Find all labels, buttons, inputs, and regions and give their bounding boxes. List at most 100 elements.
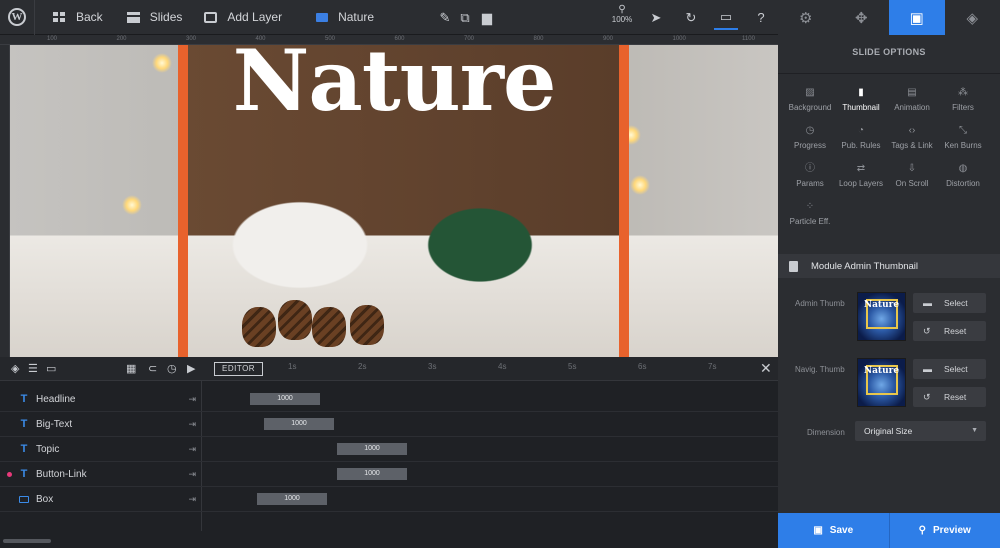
option-distortion[interactable]: ◍ Distortion (936, 163, 990, 188)
option-label: Animation (894, 103, 930, 112)
option-label: Filters (952, 103, 974, 112)
option-loop-layers[interactable]: ⇄ Loop Layers (834, 163, 888, 188)
layer-row[interactable]: Box ⇥ (0, 487, 202, 512)
jump-to-icon[interactable]: ⇥ (188, 444, 196, 455)
option-thumbnail[interactable]: ▮ Thumbnail (834, 87, 888, 112)
pinecone (278, 300, 312, 340)
option-progress[interactable]: ◷ Progress (783, 125, 837, 150)
option-background[interactable]: ▨ Background (783, 87, 837, 112)
help-icon[interactable]: ? (749, 6, 773, 30)
option-on-scroll[interactable]: ⇩ On Scroll (885, 163, 939, 188)
right-panel-tabs: ⚙ ✥ ▣ ◈ (778, 0, 1000, 35)
layer-duration-bar[interactable]: 1000 (337, 443, 407, 455)
layer-name: Button-Link (36, 468, 87, 480)
layer-duration-bar[interactable]: 1000 (257, 493, 327, 505)
magnifier-icon: ⚲ (918, 525, 926, 536)
slide-options-panel: SLIDE OPTIONS ▨ Background ▮ Thumbnail ▤ Anim… (778, 35, 1000, 513)
thumbnail-section-icon (789, 260, 798, 272)
option-label: Tags & Link (891, 141, 933, 150)
magnet-icon[interactable]: ⊂ (148, 362, 157, 375)
ruler-label: 1000 (672, 36, 686, 42)
editor-button[interactable]: EDITOR (214, 362, 264, 376)
option-label: Distortion (946, 179, 980, 188)
headline-layer[interactable]: Nature (10, 45, 778, 130)
time-tick: 3s (428, 362, 437, 371)
select-label: Select (944, 298, 968, 308)
layer-duration-bar[interactable]: 1000 (264, 418, 334, 430)
wordpress-button[interactable]: W (0, 0, 35, 35)
tab-layers[interactable]: ◈ (945, 0, 1000, 35)
jump-to-icon[interactable]: ⇥ (188, 394, 196, 405)
marker-dot (7, 471, 12, 477)
play-icon[interactable]: ▶ (187, 362, 195, 375)
layer-row[interactable]: T Headline ⇥ (0, 387, 202, 412)
option-animation[interactable]: ▤ Animation (885, 87, 939, 112)
option-tags-link[interactable]: ‹› Tags & Link (885, 125, 939, 150)
undo-icon[interactable]: ↻ (679, 6, 703, 30)
admin-select-button[interactable]: ▬ Select (913, 293, 986, 313)
add-layer-icon (204, 11, 218, 23)
layer-row[interactable]: T Big-Text ⇥ (0, 412, 202, 437)
distortion-icon: ◍ (958, 163, 968, 174)
pinecone (350, 305, 384, 345)
save-button[interactable]: ▣ Save (778, 513, 890, 548)
slides-button[interactable]: Slides (117, 0, 193, 35)
option-ken-burns[interactable]: ⤡ Ken Burns (936, 125, 990, 150)
cursor-icon[interactable]: ➤ (644, 6, 668, 30)
pinecone (312, 307, 346, 347)
jump-to-icon[interactable]: ⇥ (188, 419, 196, 430)
grid-toggle-icon[interactable]: ▦ (126, 362, 136, 375)
layer-duration-bar[interactable]: 1000 (250, 393, 320, 405)
dimension-value: Original Size (864, 426, 913, 436)
ruler-label: 100 (47, 36, 58, 42)
layers-icon[interactable]: ◈ (11, 362, 19, 375)
option-label: Loop Layers (838, 179, 884, 188)
jump-to-icon[interactable]: ⇥ (188, 469, 196, 480)
tab-settings[interactable]: ⚙ (778, 0, 834, 35)
admin-reset-button[interactable]: ↺ Reset (913, 321, 986, 341)
copy-icon[interactable]: ⧉ (453, 6, 477, 30)
navig-thumb-preview[interactable]: Nature (857, 358, 906, 407)
close-icon[interactable]: ✕ (760, 360, 772, 377)
timeline-track: 1000 (202, 437, 778, 462)
ruler-label: 700 (464, 36, 475, 42)
navig-thumb-label: Navig. Thumb (795, 365, 845, 374)
back-button[interactable]: Back (43, 0, 113, 35)
dimension-select[interactable]: Original Size ▼ (855, 421, 986, 441)
slide-canvas[interactable]: Nature (10, 45, 778, 357)
option-params[interactable]: ⓘ Params (783, 163, 837, 188)
option-particle-eff[interactable]: ⁘ Particle Eff. (783, 201, 837, 226)
tab-navigation[interactable]: ✥ (834, 0, 890, 35)
floppy-icon: ▣ (813, 525, 823, 536)
film-icon: ▤ (907, 87, 917, 98)
ruler-label: 600 (394, 36, 405, 42)
section-header[interactable]: Module Admin Thumbnail (778, 254, 1000, 278)
string-light (630, 175, 650, 195)
kenburns-icon: ⤡ (959, 125, 967, 136)
add-layer-button[interactable]: Add Layer (194, 0, 292, 35)
monitor-icon[interactable]: ▭ (714, 6, 738, 30)
option-label: Progress (793, 141, 826, 150)
slide-selector[interactable]: Nature (306, 0, 384, 35)
stopwatch-icon[interactable]: ◷ (167, 362, 177, 375)
zoom-control[interactable]: ⚲ 100% (610, 5, 634, 25)
admin-thumb-preview[interactable]: Nature (857, 292, 906, 341)
navig-select-button[interactable]: ▬ Select (913, 359, 986, 379)
reset-icon: ↺ (923, 391, 931, 402)
preview-button[interactable]: ⚲ Preview (889, 513, 1000, 548)
jump-to-icon[interactable]: ⇥ (188, 494, 196, 505)
option-pub-rules[interactable]: ◔ Pub. Rules (834, 125, 888, 150)
list-icon[interactable]: ☰ (28, 362, 38, 375)
layer-row[interactable]: T Button-Link ⇥ (0, 462, 202, 487)
tab-slide[interactable]: ▣ (889, 0, 945, 35)
layer-name: Box (36, 493, 54, 505)
folder-icon[interactable]: ▭ (46, 362, 56, 375)
timeline-toolbar: ◈ ☰ ▭ ▦ ⊂ ◷ ▶ EDITOR 1s 2s 3s 4s 5s 6s 7s ✕ (0, 357, 778, 381)
layer-duration-bar[interactable]: 1000 (337, 468, 407, 480)
time-tick: 4s (498, 362, 507, 371)
layer-row[interactable]: T Topic ⇥ (0, 437, 202, 462)
option-filters[interactable]: ⁂ Filters (936, 87, 990, 112)
navig-reset-button[interactable]: ↺ Reset (913, 387, 986, 407)
horizontal-scrollbar[interactable] (3, 539, 51, 543)
trash-icon[interactable]: ▆ (475, 6, 499, 30)
